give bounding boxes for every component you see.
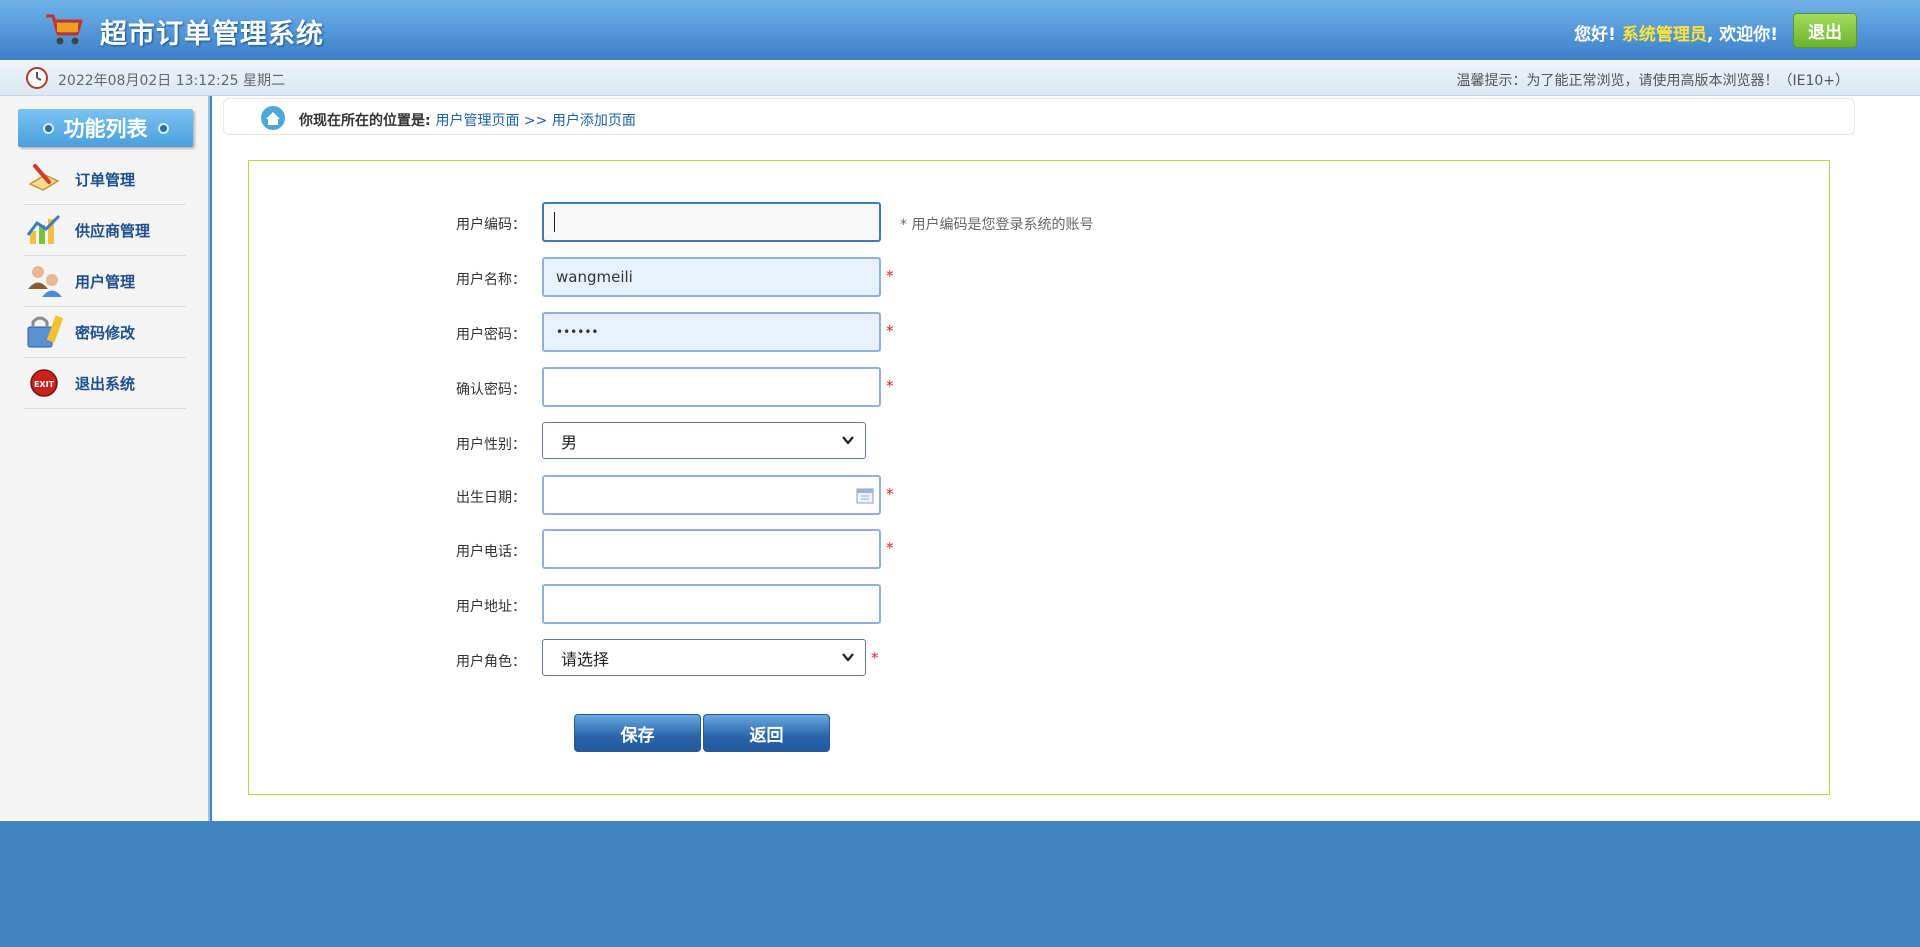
role-select[interactable]: 请选择	[542, 639, 866, 676]
required-mark: *	[886, 485, 894, 503]
password-lock-icon	[24, 314, 64, 350]
form-row-gender: 用户性别： 男	[249, 422, 1829, 462]
supplier-chart-icon	[24, 212, 64, 248]
info-bar: 2022年08月02日 13:12:25 星期二 温馨提示：为了能正常浏览，请使…	[0, 60, 1920, 96]
sidebar-menu: 订单管理 供应商管理 用户管理 密码修改 EXIT 退出系统	[24, 154, 186, 409]
home-icon	[261, 106, 285, 130]
required-mark: *	[871, 649, 879, 667]
confirm-password-label: 确认密码：	[456, 382, 526, 398]
browser-tip: 温馨提示：为了能正常浏览，请使用高版本浏览器！（IE10+）	[1456, 73, 1849, 89]
birthday-label: 出生日期：	[456, 490, 526, 506]
sidebar-item-label: 供应商管理	[75, 221, 151, 240]
phone-label: 用户电话：	[456, 544, 526, 560]
form-row-phone: 用户电话： *	[249, 529, 1829, 569]
phone-input[interactable]	[542, 529, 881, 569]
users-icon	[24, 263, 64, 299]
current-datetime: 2022年08月02日 13:12:25 星期二	[58, 73, 286, 89]
sidebar-item-label: 用户管理	[75, 272, 136, 291]
sidebar-item-orders[interactable]: 订单管理	[24, 154, 186, 205]
welcome-message: 您好! 系统管理员, 欢迎你!	[1574, 20, 1778, 45]
user-name-label: 用户名称：	[456, 272, 526, 288]
form-row-role: 用户角色： 请选择 *	[249, 639, 1829, 679]
chevron-down-icon	[842, 653, 854, 662]
breadcrumb-prefix: 你现在所在的位置是:	[299, 113, 431, 129]
required-mark: *	[886, 322, 894, 340]
logout-button[interactable]: 退出	[1793, 13, 1857, 48]
address-input[interactable]	[542, 584, 881, 624]
exit-icon: EXIT	[24, 365, 64, 401]
shopping-cart-icon	[46, 14, 83, 45]
svg-text:EXIT: EXIT	[34, 380, 55, 389]
gender-label: 用户性别：	[456, 437, 526, 453]
username-text: 系统管理员	[1621, 25, 1707, 45]
sidebar-item-label: 密码修改	[75, 323, 136, 342]
save-button[interactable]: 保存	[574, 714, 701, 752]
breadcrumb-path[interactable]: 用户管理页面 >> 用户添加页面	[435, 113, 635, 129]
form-row-confirm-password: 确认密码： *	[249, 367, 1829, 407]
address-label: 用户地址：	[456, 599, 526, 615]
user-code-hint: * 用户编码是您登录系统的账号	[900, 217, 1094, 233]
chevron-down-icon	[842, 436, 854, 445]
menu-title: 功能列表	[18, 109, 193, 147]
bullet-icon	[42, 122, 54, 134]
gender-select[interactable]: 男	[542, 422, 866, 459]
form-row-password: 用户密码： •••••• *	[249, 312, 1829, 352]
password-value: ••••••	[556, 325, 599, 339]
form-row-user-name: 用户名称： wangmeili *	[249, 257, 1829, 297]
role-label: 用户角色：	[456, 654, 526, 670]
order-icon	[24, 161, 64, 197]
password-label: 用户密码：	[456, 327, 526, 343]
sidebar-item-exit[interactable]: EXIT 退出系统	[24, 358, 186, 409]
gender-value: 男	[561, 432, 578, 452]
user-code-label: 用户编码：	[456, 217, 526, 233]
calendar-icon[interactable]	[856, 488, 874, 504]
greeting-text: 您好!	[1574, 25, 1616, 45]
user-name-value: wangmeili	[556, 268, 633, 286]
form-row-user-code: 用户编码： * 用户编码是您登录系统的账号	[249, 202, 1829, 242]
sidebar: 功能列表 订单管理 供应商管理 用户管理 密码修改 EXIT 退出系统	[0, 96, 210, 821]
breadcrumb-text: 你现在所在的位置是: 用户管理页面 >> 用户添加页面	[299, 110, 636, 130]
top-header: 超市订单管理系统 您好! 系统管理员, 欢迎你! 退出	[0, 0, 1920, 60]
form-row-birthday: 出生日期： *	[249, 475, 1829, 515]
menu-title-text: 功能列表	[63, 117, 148, 141]
text-caret	[554, 212, 555, 232]
main-content: 你现在所在的位置是: 用户管理页面 >> 用户添加页面 用户编码： * 用户编码…	[212, 96, 1920, 821]
user-name-input[interactable]: wangmeili	[542, 257, 881, 297]
password-input[interactable]: ••••••	[542, 312, 881, 352]
role-value: 请选择	[561, 649, 610, 669]
bullet-icon	[157, 122, 169, 134]
birthday-input[interactable]	[542, 475, 881, 515]
sidebar-item-password[interactable]: 密码修改	[24, 307, 186, 358]
sidebar-item-suppliers[interactable]: 供应商管理	[24, 205, 186, 256]
form-row-address: 用户地址：	[249, 584, 1829, 624]
back-button[interactable]: 返回	[703, 714, 830, 752]
breadcrumb: 你现在所在的位置是: 用户管理页面 >> 用户添加页面	[223, 98, 1855, 135]
required-mark: *	[886, 267, 894, 285]
required-mark: *	[886, 377, 894, 395]
required-mark: *	[886, 539, 894, 557]
user-add-form: 用户编码： * 用户编码是您登录系统的账号 用户名称： wangmeili * …	[248, 160, 1830, 795]
app-title: 超市订单管理系统	[100, 19, 324, 50]
user-code-input[interactable]	[542, 202, 881, 242]
sidebar-item-label: 订单管理	[75, 170, 136, 189]
confirm-password-input[interactable]	[542, 367, 881, 407]
clock-icon	[26, 67, 48, 89]
sidebar-item-users[interactable]: 用户管理	[24, 256, 186, 307]
sidebar-item-label: 退出系统	[75, 374, 136, 393]
welcome-text: , 欢迎你!	[1706, 25, 1778, 45]
